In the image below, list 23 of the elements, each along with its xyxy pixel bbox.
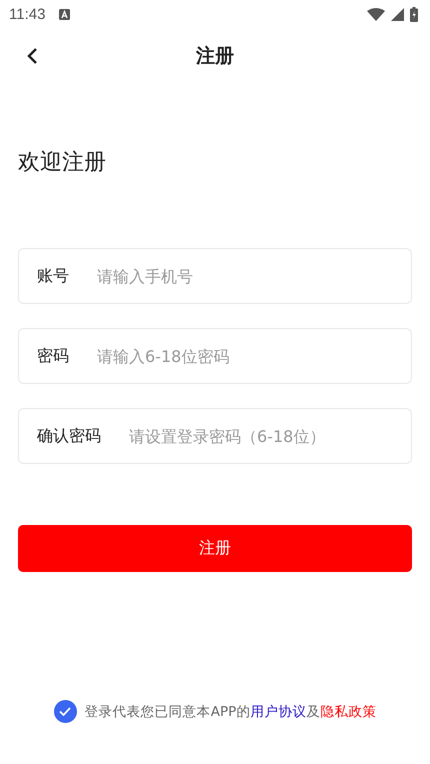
notification-icon: [59, 8, 70, 20]
input-field[interactable]: 请设置登录密码（6-18位）: [129, 426, 393, 446]
agreement-checkbox[interactable]: [54, 700, 77, 723]
signal-icon: [391, 8, 404, 20]
form-field[interactable]: 确认密码 请设置登录密码（6-18位）: [18, 408, 412, 464]
field-label: 密码: [37, 346, 69, 366]
welcome-heading: 欢迎注册: [18, 149, 107, 177]
agreement-text: 登录代表您已同意本APP的用户协议及隐私政策: [84, 702, 376, 720]
form-field[interactable]: 密码 请输入6-18位密码: [18, 328, 412, 384]
chevron-left-icon: [26, 47, 38, 65]
register-button[interactable]: 注册: [18, 525, 412, 572]
status-time: 11:43: [9, 6, 46, 22]
wifi-icon: [367, 8, 385, 20]
page-title: 注册: [196, 44, 234, 69]
check-icon: [59, 707, 72, 716]
field-label: 账号: [37, 266, 69, 286]
user-agreement-link[interactable]: 用户协议: [250, 704, 306, 720]
input-field[interactable]: 请输入手机号: [97, 266, 393, 286]
input-field[interactable]: 请输入6-18位密码: [97, 346, 393, 366]
battery-icon: [410, 6, 418, 22]
privacy-policy-link[interactable]: 隐私政策: [320, 704, 376, 720]
field-label: 确认密码: [37, 426, 101, 446]
form-field[interactable]: 账号 请输入手机号: [18, 248, 412, 304]
